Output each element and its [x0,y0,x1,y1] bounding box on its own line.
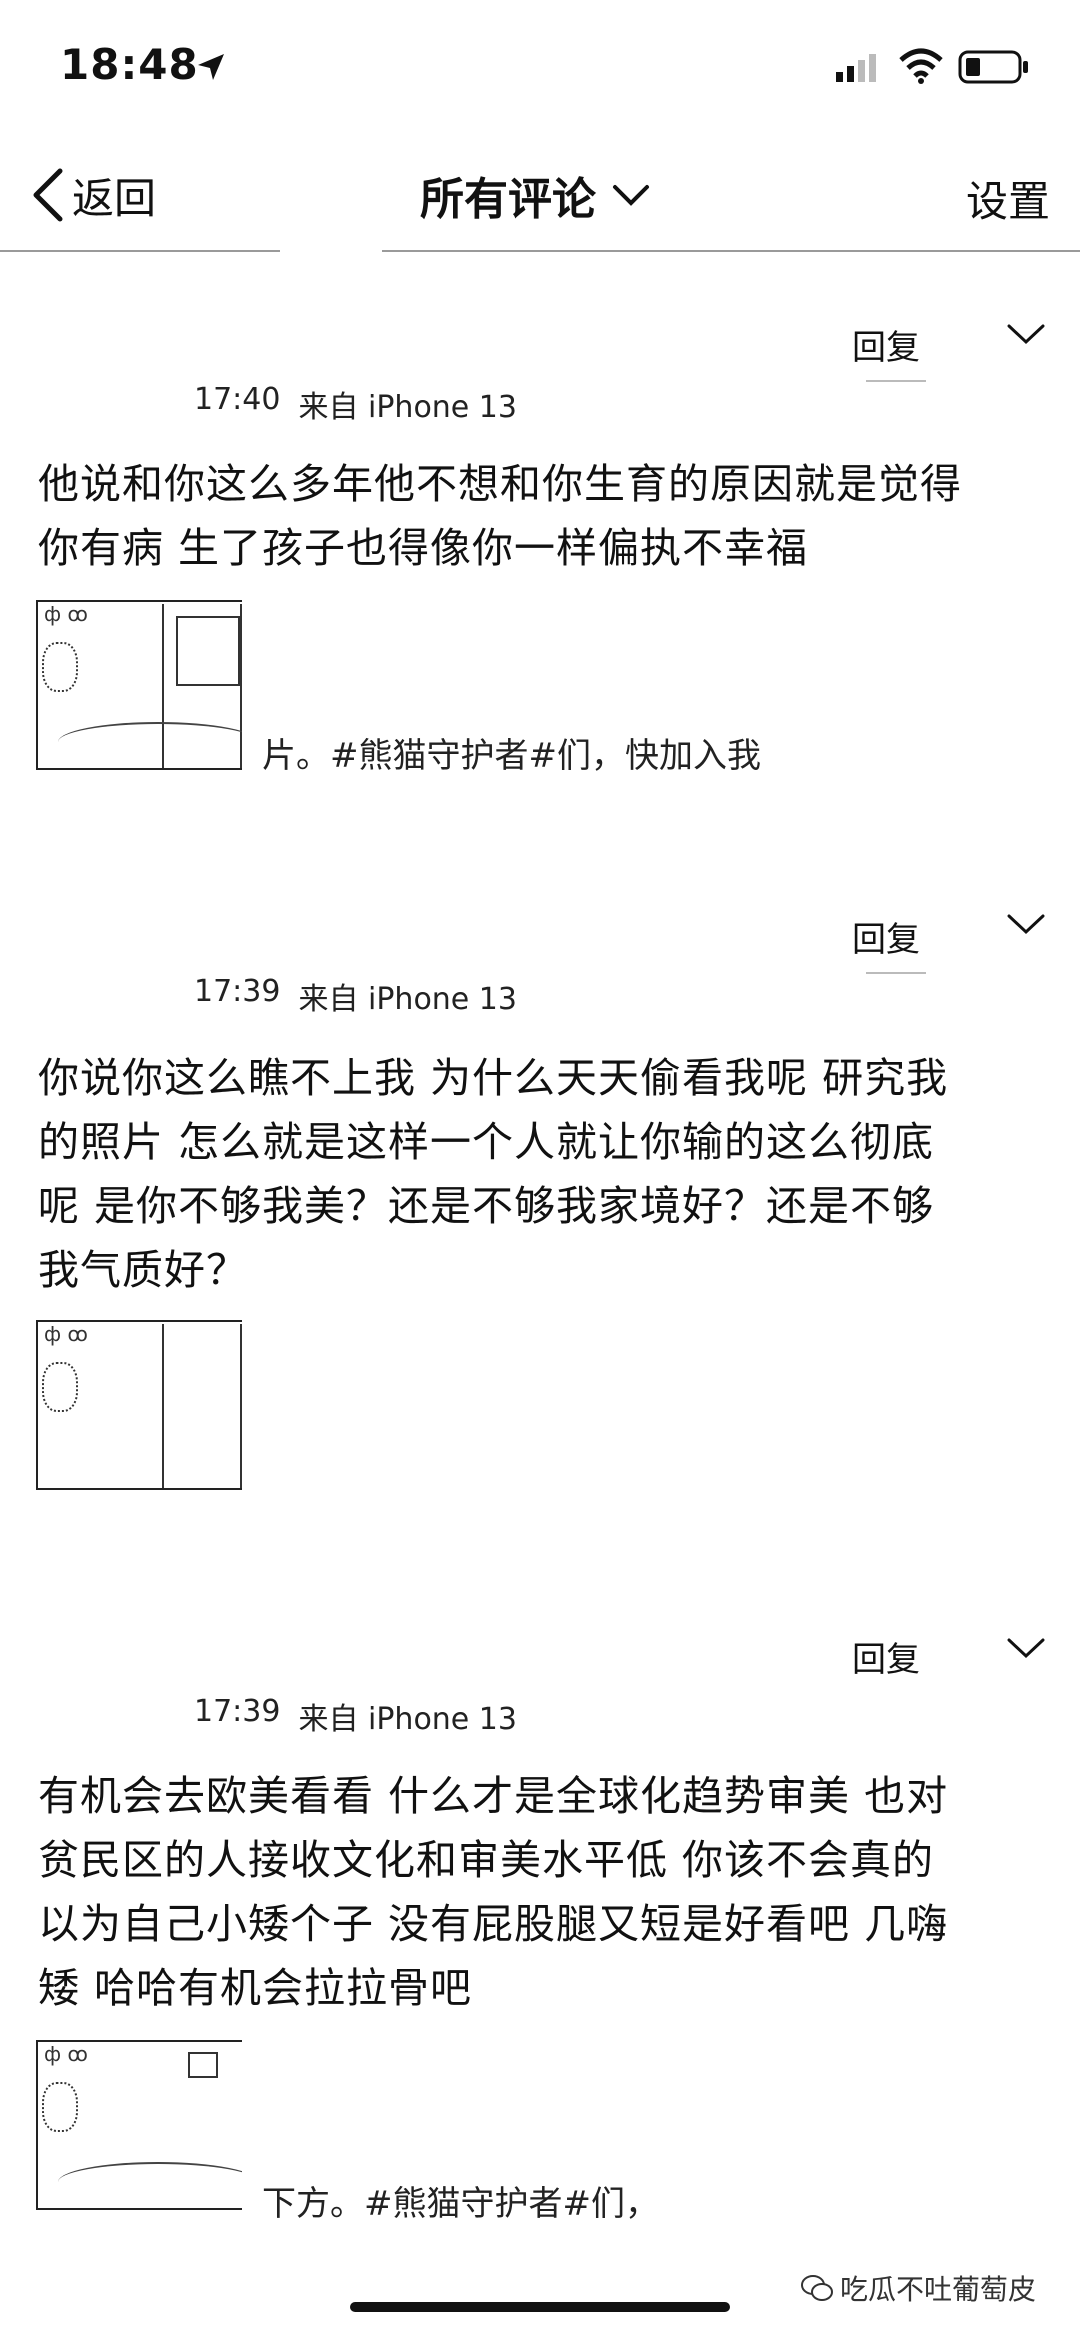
comment-item: 回复 17:39 来自 iPhone 13 有机会去欧美看看 什么才是全球化趋势… [0,1616,1080,2256]
comment-line: 我气质好？ [38,1246,248,1294]
chevron-down-icon[interactable] [1006,322,1046,346]
divider [866,972,926,974]
comment-line: 的照片 怎么就是这样一个人就让你输的这么彻底 [38,1118,935,1166]
reply-button[interactable]: 回复 [852,1632,920,1681]
back-chevron-icon [33,168,63,222]
comment-time: 17:40 [194,382,281,417]
nav-divider [382,250,1080,252]
image-thumbnail[interactable]: ф ꝏ [36,2040,242,2210]
status-time: 18:48 [60,40,199,89]
reply-button[interactable]: 回复 [852,320,920,369]
thumbnail-art [162,1324,242,1488]
back-button[interactable]: 返回 [30,160,156,230]
comment-line: 贫民区的人接收文化和审美水平低 你该不会真的 [38,1836,935,1884]
watermark: 吃瓜不吐葡萄皮 [800,2268,1036,2308]
status-bar: 18:48 [0,0,1080,130]
comment-line: 矮 哈哈有机会拉拉骨吧 [38,1964,473,2012]
thumbnail-art [42,642,78,692]
battery-icon [958,50,1028,84]
comment-meta: 17:39 来自 iPhone 13 [194,974,517,1018]
comment-line: 你说你这么瞧不上我 为什么天天偷看我呢 研究我 [38,1054,949,1102]
comment-item: 回复 17:39 来自 iPhone 13 你说你这么瞧不上我 为什么天天偷看我… [0,896,1080,1536]
location-arrow-icon [198,54,224,80]
comment-time: 17:39 [194,974,281,1009]
share-text: 下方。#熊猫守护者#们， [262,2184,659,2224]
thumbnail-art [176,616,240,686]
cellular-signal-icon [836,54,876,82]
divider [866,380,926,382]
comment-text: 你说你这么瞧不上我 为什么天天偷看我呢 研究我 的照片 怎么就是这样一个人就让你… [38,1046,1048,1302]
comment-source: 来自 iPhone 13 [298,390,517,425]
comment-meta: 17:39 来自 iPhone 13 [194,1694,517,1738]
nav-divider [0,250,280,252]
image-thumbnail[interactable]: ф ꝏ [36,600,242,770]
comment-line: 呢 是你不够我美？还是不够我家境好？还是不够 [38,1182,935,1230]
wifi-icon [899,48,943,84]
settings-button[interactable]: 设置 [966,168,1050,229]
thumbnail-art [58,722,242,762]
comment-text: 有机会去欧美看看 什么才是全球化趋势审美 也对 贫民区的人接收文化和审美水平低 … [38,1764,1048,2020]
thumbnail-art [58,2162,242,2202]
comment-line: 他说和你这么多年他不想和你生育的原因就是觉得 [38,460,962,508]
thumbnail-art: ф ꝏ [44,2042,88,2066]
back-label: 返回 [72,173,157,223]
thumbnail-art: ф ꝏ [44,602,88,626]
comment-text: 他说和你这么多年他不想和你生育的原因就是觉得 你有病 生了孩子也得像你一样偏执不… [38,452,1048,580]
thumbnail-art [42,2082,78,2132]
image-thumbnail[interactable]: ф ꝏ [36,1320,242,1490]
comment-line: 有机会去欧美看看 什么才是全球化趋势审美 也对 [38,1772,949,1820]
nav-bar: 返回 所有评论 设置 [0,140,1080,260]
chevron-down-icon[interactable] [1006,912,1046,936]
comment-source: 来自 iPhone 13 [298,982,517,1017]
thumbnail-art [188,2052,218,2078]
watermark-text: 吃瓜不吐葡萄皮 [840,2273,1037,2306]
comment-time: 17:39 [194,1694,281,1729]
comment-item: 回复 17:40 来自 iPhone 13 他说和你这么多年他不想和你生育的原因… [0,300,1080,820]
reply-button[interactable]: 回复 [852,912,920,961]
comment-line: 你有病 生了孩子也得像你一样偏执不幸福 [38,524,809,572]
comment-meta: 17:40 来自 iPhone 13 [194,382,517,426]
chevron-down-icon[interactable] [1006,1636,1046,1660]
chevron-down-icon [613,185,649,206]
thumbnail-art [42,1362,78,1412]
comment-source: 来自 iPhone 13 [298,1702,517,1737]
home-indicator[interactable] [350,2302,730,2312]
share-text: 片。#熊猫守护者#们，快加入我 [262,736,761,776]
comment-filter-dropdown[interactable]: 所有评论 [420,160,650,230]
page-title: 所有评论 [420,174,596,225]
wechat-icon [801,2275,833,2301]
thumbnail-art: ф ꝏ [44,1322,88,1346]
comment-line: 以为自己小矮个子 没有屁股腿又短是好看吧 几嗨 [38,1900,949,1948]
